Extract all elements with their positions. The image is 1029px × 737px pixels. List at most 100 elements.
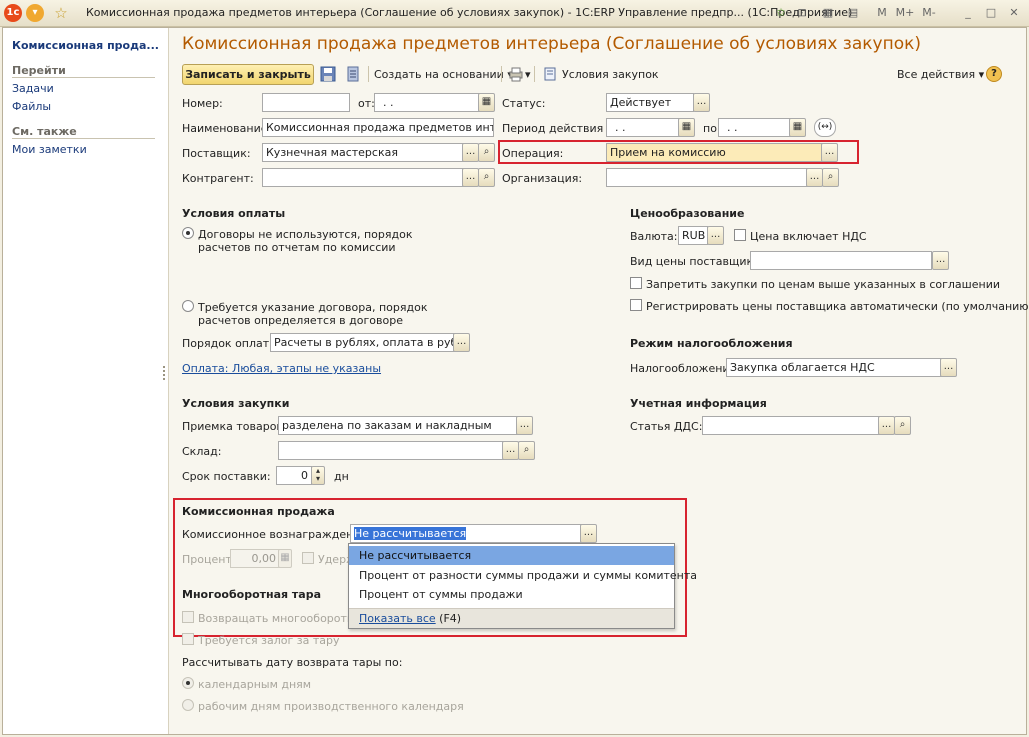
search-icon[interactable]: ⌕ [822,168,839,187]
help-icon[interactable]: ? [986,66,1002,82]
contractor-label: Контрагент: [182,172,254,185]
percent-label: Процент: [182,553,236,566]
calendar-picker-icon[interactable]: ▦ [678,118,695,137]
menu-icon[interactable]: ▾ [26,4,44,22]
price-includes-vat-checkbox[interactable] [734,229,746,241]
organization-input[interactable] [606,168,808,187]
commission-reward-select-button[interactable]: ... [580,524,597,543]
nav-link-my-notes[interactable]: Мои заметки [12,143,87,156]
dropdown-option[interactable]: Процент от разности суммы продажи и сумм… [349,566,697,585]
payment-option2-line1: Требуется указание договора, порядок [198,301,428,314]
create-based-on-button[interactable]: Создать на основании ▾ [374,68,513,81]
delivery-term-stepper[interactable]: ▴ ▾ [311,466,325,485]
save-and-close-button[interactable]: Записать и закрыть [182,64,314,85]
forbid-higher-prices-checkbox[interactable] [630,277,642,289]
organization-select-button[interactable]: ... [806,168,823,187]
supplier-price-type-select-button[interactable]: ... [932,251,949,270]
period-swap-icon[interactable]: (↔) [814,118,836,137]
supplier-price-type-input[interactable] [750,251,932,270]
warehouse-select-button[interactable]: ... [502,441,519,460]
pricing-header: Ценообразование [630,207,745,220]
supplier-price-type-label: Вид цены поставщика: [630,255,764,268]
dropdown-option[interactable]: Не рассчитывается [349,546,674,565]
print-dropdown-arrow[interactable]: ▾ [525,68,531,81]
search-icon[interactable]: ⌕ [894,416,911,435]
working-days-radio[interactable] [182,699,194,711]
currency-select-button[interactable]: ... [707,226,724,245]
supplier-label: Поставщик: [182,147,251,160]
taxation-select-button[interactable]: ... [940,358,957,377]
payment-option-contract-required-radio[interactable] [182,300,194,312]
toolbar-separator [501,66,502,82]
commission-reward-field[interactable]: Не рассчитывается [350,524,582,543]
tare-deposit-checkbox[interactable] [182,633,194,645]
name-input[interactable]: Комиссионная продажа предметов интерьера [262,118,494,137]
taxation-field[interactable]: Закупка облагается НДС [726,358,942,377]
currency-field[interactable]: RUB [678,226,708,245]
purchase-terms-button[interactable]: Условия закупок [562,68,659,81]
all-actions-menu[interactable]: Все действия ▾ [897,68,984,81]
calendar-days-radio[interactable] [182,677,194,689]
organization-label: Организация: [502,172,583,185]
operation-field[interactable]: Прием на комиссию [606,143,824,162]
supplier-select-button[interactable]: ... [462,143,479,162]
calculator-icon[interactable]: ▦ [278,549,292,568]
payment-order-field[interactable]: Расчеты в рублях, оплата в рублях [270,333,456,352]
payment-order-label: Порядок оплаты: [182,337,282,350]
add-favorite-icon[interactable]: ✩ [773,4,789,22]
contractor-input[interactable] [262,168,464,187]
delivery-unit-label: дн [334,470,349,483]
see-also-header: См. также [12,125,77,138]
save-icon[interactable] [320,66,336,82]
delivery-term-label: Срок поставки: [182,470,271,483]
nav-link-files[interactable]: Файлы [12,100,51,113]
search-icon[interactable]: ⌕ [518,441,535,460]
period-to-input[interactable]: . . [718,118,792,137]
nav-link-tasks[interactable]: Задачи [12,82,54,95]
memory-mplus-button[interactable]: M+ [894,4,916,22]
close-button[interactable]: ✕ [1006,4,1022,22]
calc-icon[interactable]: ▦ [820,4,836,22]
favorite-star-icon[interactable]: ☆ [52,4,70,22]
delivery-term-input[interactable]: 0 [276,466,312,485]
document-list-icon[interactable] [345,66,361,82]
date-from-input[interactable]: . . [374,93,480,112]
number-input[interactable] [262,93,350,112]
withhold-checkbox[interactable] [302,552,314,564]
return-tare-checkbox[interactable] [182,611,194,623]
show-all-link[interactable]: Показать все [359,612,436,625]
period-from-input[interactable]: . . [606,118,682,137]
memory-m-button[interactable]: M [874,4,890,22]
warehouse-input[interactable] [278,441,504,460]
payment-option-no-contracts-radio[interactable] [182,227,194,239]
status-field[interactable]: Действует [606,93,694,112]
restore-button[interactable]: □ [983,4,999,22]
app-logo-icon[interactable]: 1c [4,4,22,22]
form-area: Комиссионная продажа предметов интерьера… [170,28,1029,734]
calendar-icon[interactable]: ▤ [845,4,861,22]
memory-mminus-button[interactable]: M- [918,4,940,22]
search-icon[interactable]: ⌕ [478,168,495,187]
minimize-button[interactable]: _ [960,4,976,22]
toolbar-separator [368,66,369,82]
register-prices-auto-checkbox[interactable] [630,299,642,311]
goods-acceptance-select-button[interactable]: ... [516,416,533,435]
status-select-button[interactable]: ... [693,93,710,112]
supplier-input[interactable]: Кузнечная мастерская [262,143,464,162]
search-icon[interactable]: ⌕ [478,143,495,162]
nav-panel-title[interactable]: Комиссионная прода... [12,39,159,52]
payment-stages-link[interactable]: Оплата: Любая, этапы не указаны [182,362,381,375]
calendar-picker-icon[interactable]: ▦ [789,118,806,137]
print-icon[interactable] [508,66,524,82]
payment-order-select-button[interactable]: ... [453,333,470,352]
contractor-select-button[interactable]: ... [462,168,479,187]
operation-select-button[interactable]: ... [821,143,838,162]
link-icon[interactable]: ⊡ [794,4,810,22]
percent-input[interactable]: 0,00 [230,549,280,568]
dropdown-option[interactable]: Процент от суммы продажи [349,585,674,604]
goods-acceptance-field[interactable]: разделена по заказам и накладным [278,416,518,435]
panel-splitter-handle[interactable] [162,364,166,384]
dds-select-button[interactable]: ... [878,416,895,435]
calendar-picker-icon[interactable]: ▦ [478,93,495,112]
dds-input[interactable] [702,416,880,435]
